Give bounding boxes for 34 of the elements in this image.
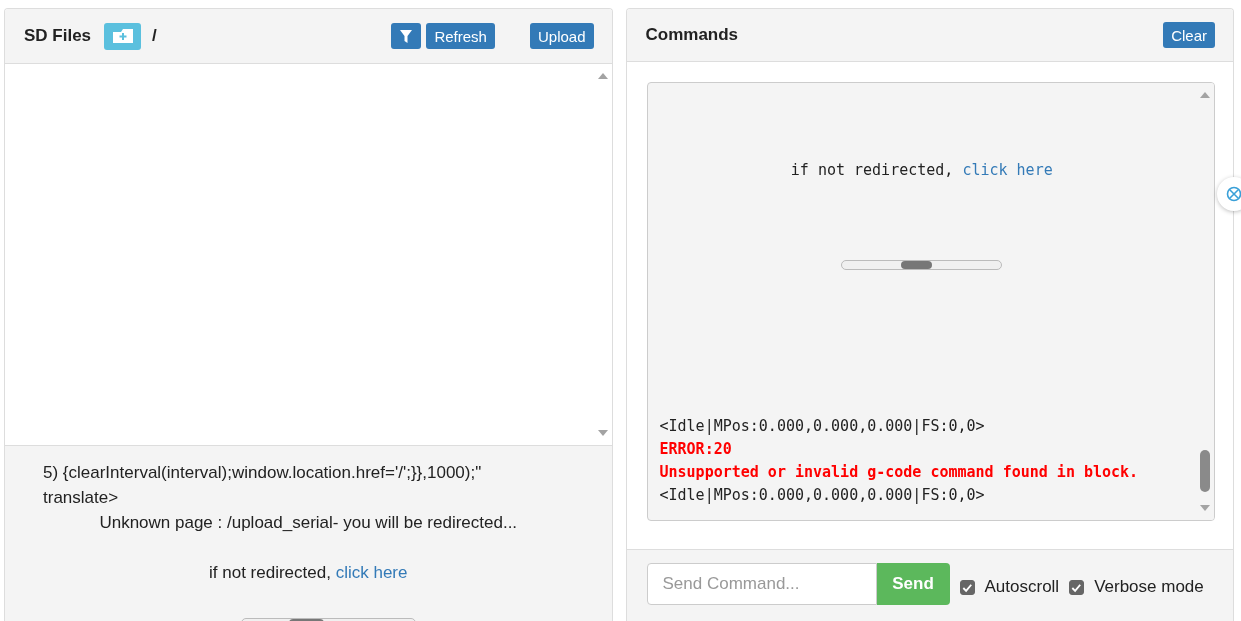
panel-title: SD Files: [24, 26, 92, 46]
redirect-notice: if not redirected, click here: [789, 160, 1054, 180]
scrollbar-thumb[interactable]: [1200, 450, 1210, 492]
redirect-notice: if not redirected, click here: [208, 562, 409, 584]
error-line: ERROR:20: [659, 439, 733, 460]
checkbox[interactable]: [959, 580, 975, 595]
clear-button[interactable]: Clear: [1163, 22, 1215, 48]
upload-button[interactable]: Upload: [529, 23, 594, 49]
filter-icon: [400, 29, 413, 43]
scrollbar-thumb[interactable]: [901, 261, 933, 269]
checkbox[interactable]: [1069, 580, 1085, 595]
code-text: 5) {clearInterval(interval);window.location.href='/';}},1000);": [43, 462, 483, 484]
scroll-down-arrow-icon: [1199, 504, 1211, 512]
folder-plus-icon: [111, 28, 134, 44]
checkbox-label: Autoscroll: [984, 577, 1060, 597]
horizontal-scrollbar[interactable]: [841, 260, 1003, 270]
panel-title: Commands: [645, 25, 739, 45]
scroll-down-arrow-icon: [596, 429, 609, 437]
error-line: Unsupported or invalid g-code command found in block.: [659, 462, 1140, 483]
scroll-up-arrow-icon: [596, 72, 609, 80]
scroll-up-arrow-icon: [1199, 91, 1211, 99]
click-here-link[interactable]: click here: [335, 563, 408, 582]
current-path: /: [152, 26, 157, 46]
command-input[interactable]: Send Command...: [646, 563, 877, 605]
redirect-message: Unknown page : /upload_serial- you will be redirected...: [98, 512, 519, 534]
new-folder-button[interactable]: [104, 22, 142, 50]
refresh-button[interactable]: Refresh: [426, 23, 495, 49]
filter-button[interactable]: [391, 23, 422, 49]
code-text: translate>: [43, 487, 120, 509]
click-here-link[interactable]: click here: [962, 161, 1053, 179]
checkbox-label: Verbose mode: [1094, 577, 1204, 597]
status-line: <Idle|MPos:0.000,0.000,0.000|FS:0,0>: [659, 485, 986, 506]
status-line: <Idle|MPos:0.000,0.000,0.000|FS:0,0>: [659, 416, 986, 437]
send-button[interactable]: Send: [876, 563, 950, 605]
